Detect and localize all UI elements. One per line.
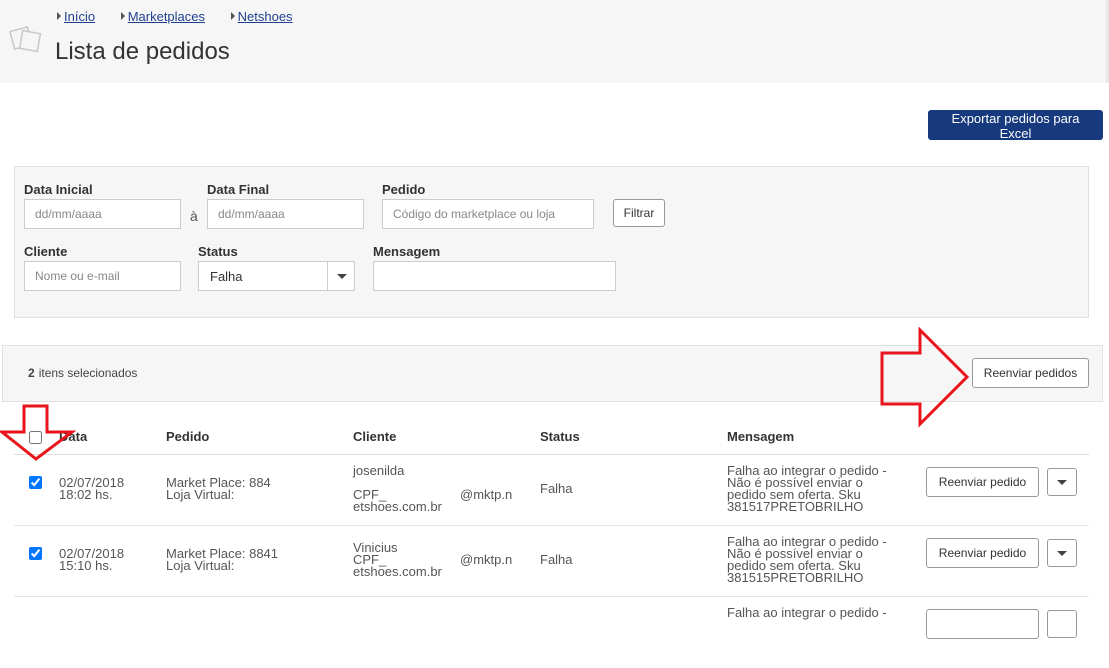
row-actions-dropdown[interactable] (1047, 468, 1077, 496)
row-checkbox[interactable] (29, 547, 42, 560)
client-email-domain: etshoes.com.br (353, 499, 442, 514)
filter-panel: Data Inicial à Data Final Pedido Filtrar… (14, 166, 1089, 318)
client-email-domain: etshoes.com.br (353, 564, 442, 579)
breadcrumb-link-marketplaces[interactable]: Marketplaces (128, 9, 205, 24)
chevron-down-icon (1057, 551, 1067, 556)
client-input[interactable] (24, 261, 181, 291)
order-time: 15:10 hs. (59, 558, 113, 573)
selected-count-number: 2 (28, 366, 35, 380)
breadcrumb-link-netshoes[interactable]: Netshoes (238, 9, 293, 24)
header-order: Pedido (166, 429, 210, 444)
order-message-line: 381517PRETOBRILHO (727, 499, 864, 514)
table-row: Falha ao integrar o pedido - (14, 597, 1089, 668)
header-client: Cliente (353, 429, 397, 444)
status-select-toggle[interactable] (327, 262, 354, 290)
order-message-line: 381515PRETOBRILHO (727, 570, 864, 585)
start-date-input[interactable] (24, 199, 181, 229)
header-message: Mensagem (727, 429, 795, 444)
row-actions-dropdown[interactable] (1047, 610, 1077, 638)
order-status: Falha (540, 481, 573, 496)
export-excel-button[interactable]: Exportar pedidos para Excel (928, 110, 1103, 141)
message-input[interactable] (373, 261, 616, 291)
client-name: josenilda (353, 463, 405, 478)
chevron-down-icon (337, 274, 347, 279)
header-status: Status (540, 429, 580, 444)
breadcrumb: Início Marketplaces Netshoes (57, 9, 315, 24)
row-actions-dropdown[interactable] (1047, 539, 1077, 567)
end-date-input[interactable] (207, 199, 364, 229)
order-input[interactable] (382, 199, 594, 229)
status-label: Status (198, 244, 238, 259)
order-store-id: Loja Virtual: (166, 487, 235, 502)
end-date-label: Data Final (207, 182, 270, 197)
order-label: Pedido (382, 182, 426, 197)
chevron-down-icon (1057, 480, 1067, 485)
client-label: Cliente (24, 244, 68, 259)
annotation-arrow-down-icon (0, 404, 76, 461)
page-header: Início Marketplaces Netshoes Lista de pe… (0, 0, 1109, 83)
selected-count-text: itens selecionados (38, 366, 138, 380)
breadcrumb-item-netshoes: Netshoes (230, 9, 293, 24)
table-row: 02/07/2018 18:02 hs. Market Place: 884 L… (14, 455, 1089, 526)
date-range-separator: à (190, 208, 198, 224)
filter-button[interactable]: Filtrar (613, 199, 665, 227)
status-select[interactable]: Falha (198, 261, 355, 291)
order-time: 18:02 hs. (59, 487, 113, 502)
resend-order-button[interactable]: Reenviar pedido (926, 538, 1039, 568)
selected-count: 2 itens selecionados (28, 366, 137, 380)
annotation-arrow-right-icon (880, 327, 970, 428)
order-store-id: Loja Virtual: (166, 558, 235, 573)
page-title: Lista de pedidos (55, 38, 230, 65)
breadcrumb-link-inicio[interactable]: Início (64, 9, 95, 24)
order-status: Falha (540, 552, 573, 567)
caret-right-icon (120, 12, 125, 20)
client-email: @mktp.n (460, 552, 513, 567)
breadcrumb-item-marketplaces: Marketplaces (120, 9, 205, 24)
order-message-line: Falha ao integrar o pedido - (727, 605, 887, 620)
table-row: 02/07/2018 15:10 hs. Market Place: 8841 … (14, 526, 1089, 597)
start-date-label: Data Inicial (24, 182, 93, 197)
client-email: @mktp.n (460, 487, 513, 502)
message-label: Mensagem (373, 244, 441, 259)
caret-right-icon (57, 12, 61, 20)
marketplace-logo-icon (9, 26, 42, 53)
resend-orders-button[interactable]: Reenviar pedidos (972, 358, 1089, 388)
resend-order-button[interactable]: Reenviar pedido (926, 467, 1039, 497)
caret-right-icon (230, 12, 235, 20)
row-checkbox[interactable] (29, 476, 42, 489)
status-select-value: Falha (210, 269, 243, 284)
breadcrumb-item-inicio: Início (57, 9, 95, 24)
